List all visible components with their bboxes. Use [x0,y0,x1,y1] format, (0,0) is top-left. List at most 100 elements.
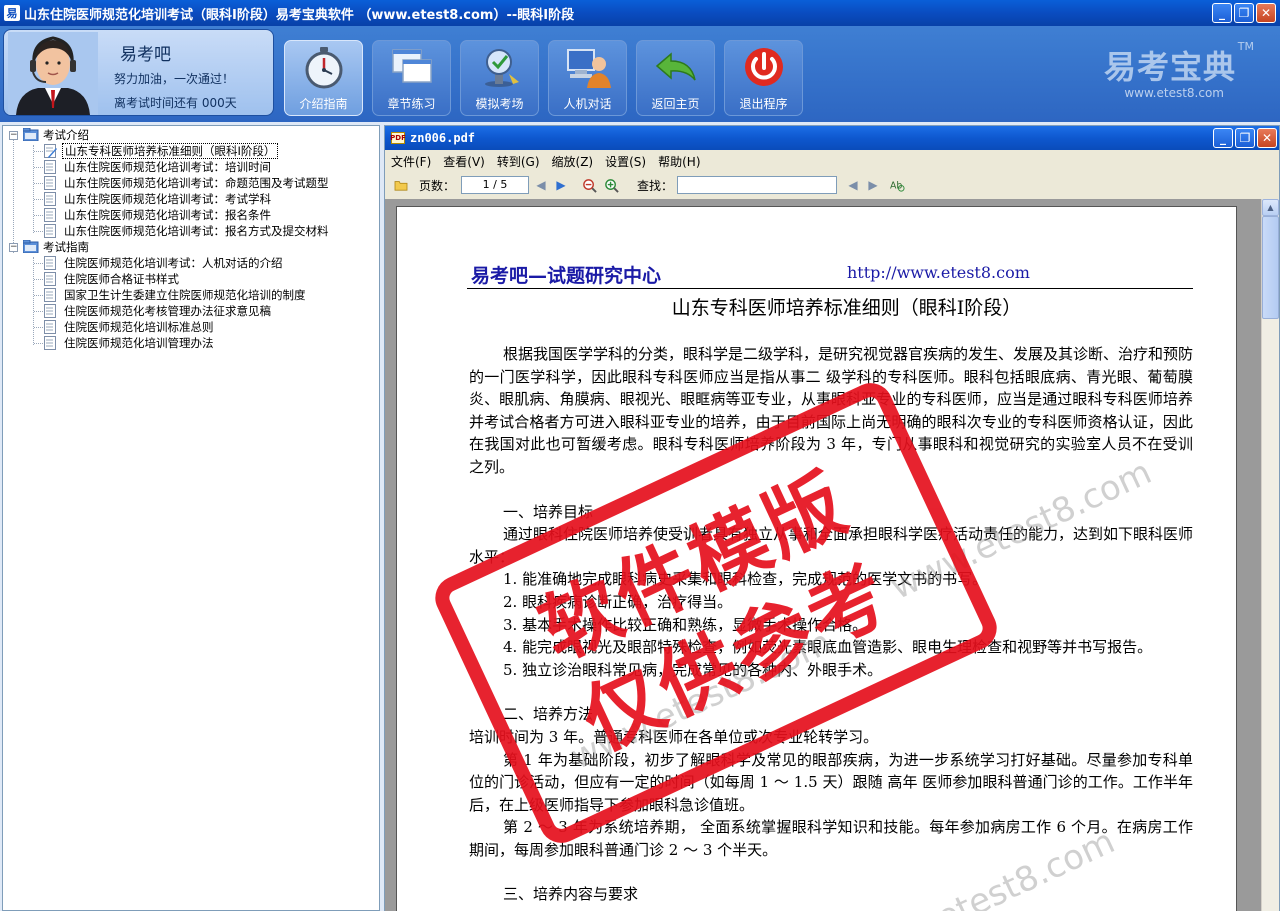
find-options-icon[interactable]: Ab [889,177,905,193]
close-button[interactable]: ✕ [1256,3,1276,23]
menu-file[interactable]: 文件(F) [391,153,431,170]
man-machine-dialog-button[interactable]: 人机对话 [548,40,627,116]
document-icon [44,304,56,318]
brand-trademark: TM [1237,40,1254,53]
pdf-close-button[interactable]: ✕ [1257,128,1277,148]
find-previous-icon[interactable]: ◀ [845,177,861,193]
tree-item-label: 住院医师规范化培训管理办法 [64,336,214,350]
vertical-scrollbar[interactable]: ▲ [1261,199,1279,911]
tree-item-label: 山东住院医师规范化培训考试：报名条件 [64,208,271,222]
tree-item[interactable]: 山东专科医师培养标准细则（眼科Ⅰ阶段） [3,143,379,159]
exit-program-button[interactable]: 退出程序 [724,40,803,116]
tree-group-label: 考试介绍 [43,128,89,142]
tree-item[interactable]: 住院医师规范化培训管理办法 [3,335,379,351]
tree-item[interactable]: 山东住院医师规范化培训考试：考试学科 [3,191,379,207]
tree-group-exam-guide[interactable]: − 考试指南 [3,239,379,255]
title-bar: 易 山东住院医师规范化培训考试（眼科Ⅰ阶段）易考宝典软件 （www.etest8… [0,0,1280,26]
user-avatar-icon [8,32,98,115]
brand-url: www.etest8.com [1124,86,1224,100]
next-page-icon[interactable]: ▶ [553,177,569,193]
power-icon [744,48,783,86]
collapse-icon[interactable]: − [9,131,18,140]
document-icon [44,272,56,286]
user-slogan: 努力加油，一次通过！ [114,72,235,86]
scroll-up-icon[interactable]: ▲ [1262,199,1279,216]
tree-item-label: 国家卫生计生委建立住院医师规范化培训的制度 [64,288,306,302]
tree-item-label: 住院医师规范化考核管理办法征求意见稿 [64,304,271,318]
menu-help[interactable]: 帮助(H) [658,153,700,170]
menu-goto[interactable]: 转到(G) [497,153,540,170]
zoom-out-icon[interactable] [581,177,597,193]
chapter-practice-label: 章节练习 [387,97,436,111]
pdf-minimize-button[interactable]: _ [1213,128,1233,148]
pdf-menu-bar: 文件(F) 查看(V) 转到(G) 缩放(Z) 设置(S) 帮助(H) [385,151,1279,172]
zoom-in-icon[interactable] [603,177,619,193]
menu-zoom[interactable]: 缩放(Z) [552,153,594,170]
pdf-file-icon: PDF [390,132,406,144]
return-home-button[interactable]: 返回主页 [636,40,715,116]
window-title: 山东住院医师规范化培训考试（眼科Ⅰ阶段）易考宝典软件 （www.etest8.c… [24,7,575,23]
document-icon [44,288,56,302]
return-arrow-icon [655,52,696,81]
exit-program-label: 退出程序 [739,97,788,111]
app-icon: 易 [4,5,20,21]
scroll-thumb[interactable] [1262,216,1279,319]
tree-group-label: 考试指南 [43,240,89,254]
pdf-toolbar: 页数： 1 / 5 ◀ ▶ 查找： ◀ ▶ Ab [385,172,1279,198]
user-name: 易考吧 [120,45,171,65]
doc-title: 山东专科医师培养标准细则（眼科Ⅰ阶段） [671,297,1022,319]
tree-item-label: 山东住院医师规范化培训考试：报名方式及提交材料 [64,224,329,238]
tree-item[interactable]: 山东住院医师规范化培训考试：命题范围及考试题型 [3,175,379,191]
mock-exam-button[interactable]: 模拟考场 [460,40,539,116]
find-input[interactable] [677,176,838,194]
main-toolbar: 介绍指南 章节练习 模拟考场 人机对话 返回主页 退出程序 [284,40,803,116]
navigation-tree: − 考试介绍 山东专科医师培养标准细则（眼科Ⅰ阶段） 山东住院医师规范化培训考试… [2,125,380,911]
document-icon [44,160,56,174]
tree-item-label: 山东住院医师规范化培训考试：考试学科 [64,192,271,206]
header-rule [467,288,1193,289]
maximize-button[interactable]: ❐ [1234,3,1254,23]
tree-item[interactable]: 山东住院医师规范化培训考试：报名方式及提交材料 [3,223,379,239]
tree-item-label: 山东专科医师培养标准细则（眼科Ⅰ阶段） [62,143,279,159]
tree-group-exam-intro[interactable]: − 考试介绍 [3,127,379,143]
pdf-title-bar: PDF zn006.pdf _ ❐ ✕ [385,126,1279,150]
user-card: 易考吧 努力加油，一次通过！ 离考试时间还有 000天 [3,29,274,116]
document-icon [44,176,56,190]
header: 易考吧 努力加油，一次通过！ 离考试时间还有 000天 介绍指南 章节练习 模拟… [0,26,1280,122]
find-next-icon[interactable]: ▶ [865,177,881,193]
edit-document-icon [44,144,57,158]
previous-page-icon[interactable]: ◀ [533,177,549,193]
doc-header-url: http://www.etest8.com [847,263,1030,282]
tree-item[interactable]: 山东住院医师规范化培训考试：报名条件 [3,207,379,223]
man-machine-dialog-label: 人机对话 [563,97,612,111]
tree-item[interactable]: 住院医师规范化考核管理办法征求意见稿 [3,303,379,319]
brand-logo: 易考宝典 TM www.etest8.com [1103,40,1254,100]
document-icon [44,224,56,238]
open-folder-icon[interactable] [393,177,409,193]
mock-exam-label: 模拟考场 [475,97,524,111]
tree-item[interactable]: 山东住院医师规范化培训考试：培训时间 [3,159,379,175]
menu-view[interactable]: 查看(V) [443,153,485,170]
return-home-label: 返回主页 [651,97,700,111]
tree-item[interactable]: 住院医师规范化培训考试：人机对话的介绍 [3,255,379,271]
page-number-input[interactable]: 1 / 5 [461,176,530,194]
collapse-icon[interactable]: − [9,243,18,252]
intro-guide-button[interactable]: 介绍指南 [284,40,363,116]
minimize-button[interactable]: _ [1212,3,1232,23]
tree-item[interactable]: 国家卫生计生委建立住院医师规范化培训的制度 [3,287,379,303]
pdf-maximize-button[interactable]: ❐ [1235,128,1255,148]
document-icon [44,208,56,222]
chapter-practice-button[interactable]: 章节练习 [372,40,451,116]
tree-item[interactable]: 住院医师规范化培训标准总则 [3,319,379,335]
tree-item-label: 住院医师规范化培训考试：人机对话的介绍 [64,256,283,270]
tree-item[interactable]: 住院医师合格证书样式 [3,271,379,287]
tree-item-label: 山东住院医师规范化培训考试：命题范围及考试题型 [64,176,329,190]
stopwatch-icon [305,47,342,89]
exam-countdown: 离考试时间还有 000天 [114,96,237,110]
brand-logo-text: 易考宝典 [1103,48,1236,86]
exam-icon [484,49,519,87]
tree-item-label: 住院医师合格证书样式 [64,272,179,286]
section-3-title: 三、培养内容与要求 [503,885,639,904]
menu-settings[interactable]: 设置(S) [605,153,646,170]
document-icon [44,192,56,206]
